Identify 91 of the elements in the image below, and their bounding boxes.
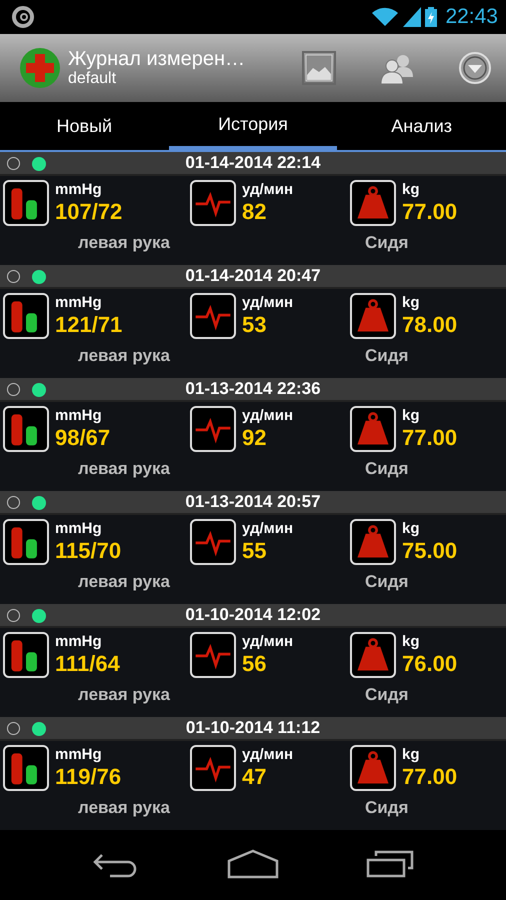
entry-note: Сидя	[365, 345, 408, 367]
weight-icon	[350, 632, 396, 678]
heartbeat-icon	[190, 406, 236, 452]
entry-datetime: 01-13-2014 22:36	[185, 378, 321, 400]
unit-label: kg	[402, 632, 421, 652]
entry-datetime: 01-10-2014 11:12	[186, 717, 320, 740]
notification-icon	[12, 6, 34, 28]
unit-label: уд/мин	[242, 745, 294, 765]
entry-note: левая рука	[78, 345, 171, 367]
measurement-value: 76.00	[402, 652, 458, 676]
measurement-value: 75.00	[402, 539, 458, 563]
entry-note: левая рука	[78, 571, 171, 593]
weight-icon	[350, 180, 396, 226]
entry-note: левая рука	[78, 797, 171, 819]
heartbeat-icon	[190, 519, 236, 565]
entry-note: Сидя	[365, 684, 408, 706]
measurement-value: 121/71	[55, 313, 122, 337]
checkbox[interactable]	[7, 722, 20, 735]
bar-chart-icon	[3, 745, 49, 791]
measurement-value: 77.00	[402, 765, 458, 789]
unit-label: уд/мин	[242, 293, 294, 313]
unit-label: уд/мин	[242, 180, 294, 200]
unit-label: kg	[402, 180, 421, 200]
home-icon[interactable]	[226, 849, 279, 879]
entry-note: Сидя	[365, 458, 408, 480]
app-title: Журнал измерен…	[68, 48, 246, 70]
unit-label: kg	[402, 519, 421, 539]
unit-label: mmHg	[55, 745, 103, 765]
measurement-value: 77.00	[402, 200, 458, 224]
bar-chart-icon	[3, 519, 49, 565]
measurement-value: 56	[242, 652, 268, 676]
bar-chart-icon	[3, 293, 49, 339]
weight-icon	[350, 293, 396, 339]
wifi-icon	[371, 7, 400, 27]
heartbeat-icon	[190, 745, 236, 791]
image-icon[interactable]	[302, 51, 336, 85]
unit-label: mmHg	[55, 406, 103, 426]
signal-icon	[403, 7, 422, 27]
measurement-value: 47	[242, 765, 268, 789]
clock: 22:43	[445, 4, 498, 30]
measurement-value: 77.00	[402, 426, 458, 450]
unit-label: mmHg	[55, 293, 103, 313]
entry-note: Сидя	[365, 232, 408, 254]
unit-label: kg	[402, 745, 421, 765]
profile-subtitle: default	[68, 70, 118, 88]
weight-icon	[350, 745, 396, 791]
entry-datetime: 01-10-2014 12:02	[185, 604, 321, 626]
measurement-value: 119/76	[55, 765, 122, 789]
measurement-value: 111/64	[55, 652, 120, 676]
measurement-value: 98/67	[55, 426, 110, 450]
checkbox[interactable]	[7, 270, 20, 283]
battery-icon	[425, 7, 438, 27]
entry-datetime: 01-13-2014 20:57	[185, 491, 321, 514]
entry-note: Сидя	[365, 571, 408, 593]
recent-apps-icon[interactable]	[366, 850, 414, 878]
tab[interactable]: Анализ	[337, 102, 506, 150]
unit-label: mmHg	[55, 519, 103, 539]
measurement-value: 55	[242, 539, 268, 563]
measurement-value: 92	[242, 426, 268, 450]
entry-datetime: 01-14-2014 20:47	[185, 265, 321, 288]
entry-datetime: 01-14-2014 22:14	[185, 152, 321, 174]
unit-label: kg	[402, 293, 421, 313]
checkbox[interactable]	[7, 157, 20, 170]
unit-label: уд/мин	[242, 519, 294, 539]
bar-chart-icon	[3, 406, 49, 452]
measurement-value: 78.00	[402, 313, 458, 337]
heartbeat-icon	[190, 293, 236, 339]
unit-label: уд/мин	[242, 632, 294, 652]
checkbox[interactable]	[7, 383, 20, 396]
checkbox[interactable]	[7, 496, 20, 509]
measurement-value: 107/72	[55, 200, 122, 224]
measurement-value: 53	[242, 313, 268, 337]
unit-label: kg	[402, 406, 421, 426]
heartbeat-icon	[190, 632, 236, 678]
checkbox[interactable]	[7, 609, 20, 622]
entry-note: левая рука	[78, 684, 171, 706]
heartbeat-icon	[190, 180, 236, 226]
weight-icon	[350, 406, 396, 452]
bar-chart-icon	[3, 180, 49, 226]
entry-note: левая рука	[78, 458, 171, 480]
entry-note: Сидя	[365, 797, 408, 819]
weight-icon	[350, 519, 396, 565]
entry-note: левая рука	[78, 232, 171, 254]
unit-label: mmHg	[55, 632, 103, 652]
unit-label: уд/мин	[242, 406, 294, 426]
dropdown-icon[interactable]	[458, 51, 492, 85]
unit-label: mmHg	[55, 180, 103, 200]
measurement-value: 82	[242, 200, 268, 224]
tab[interactable]: Новый	[0, 102, 169, 150]
measurement-value: 115/70	[55, 539, 122, 563]
bar-chart-icon	[3, 632, 49, 678]
